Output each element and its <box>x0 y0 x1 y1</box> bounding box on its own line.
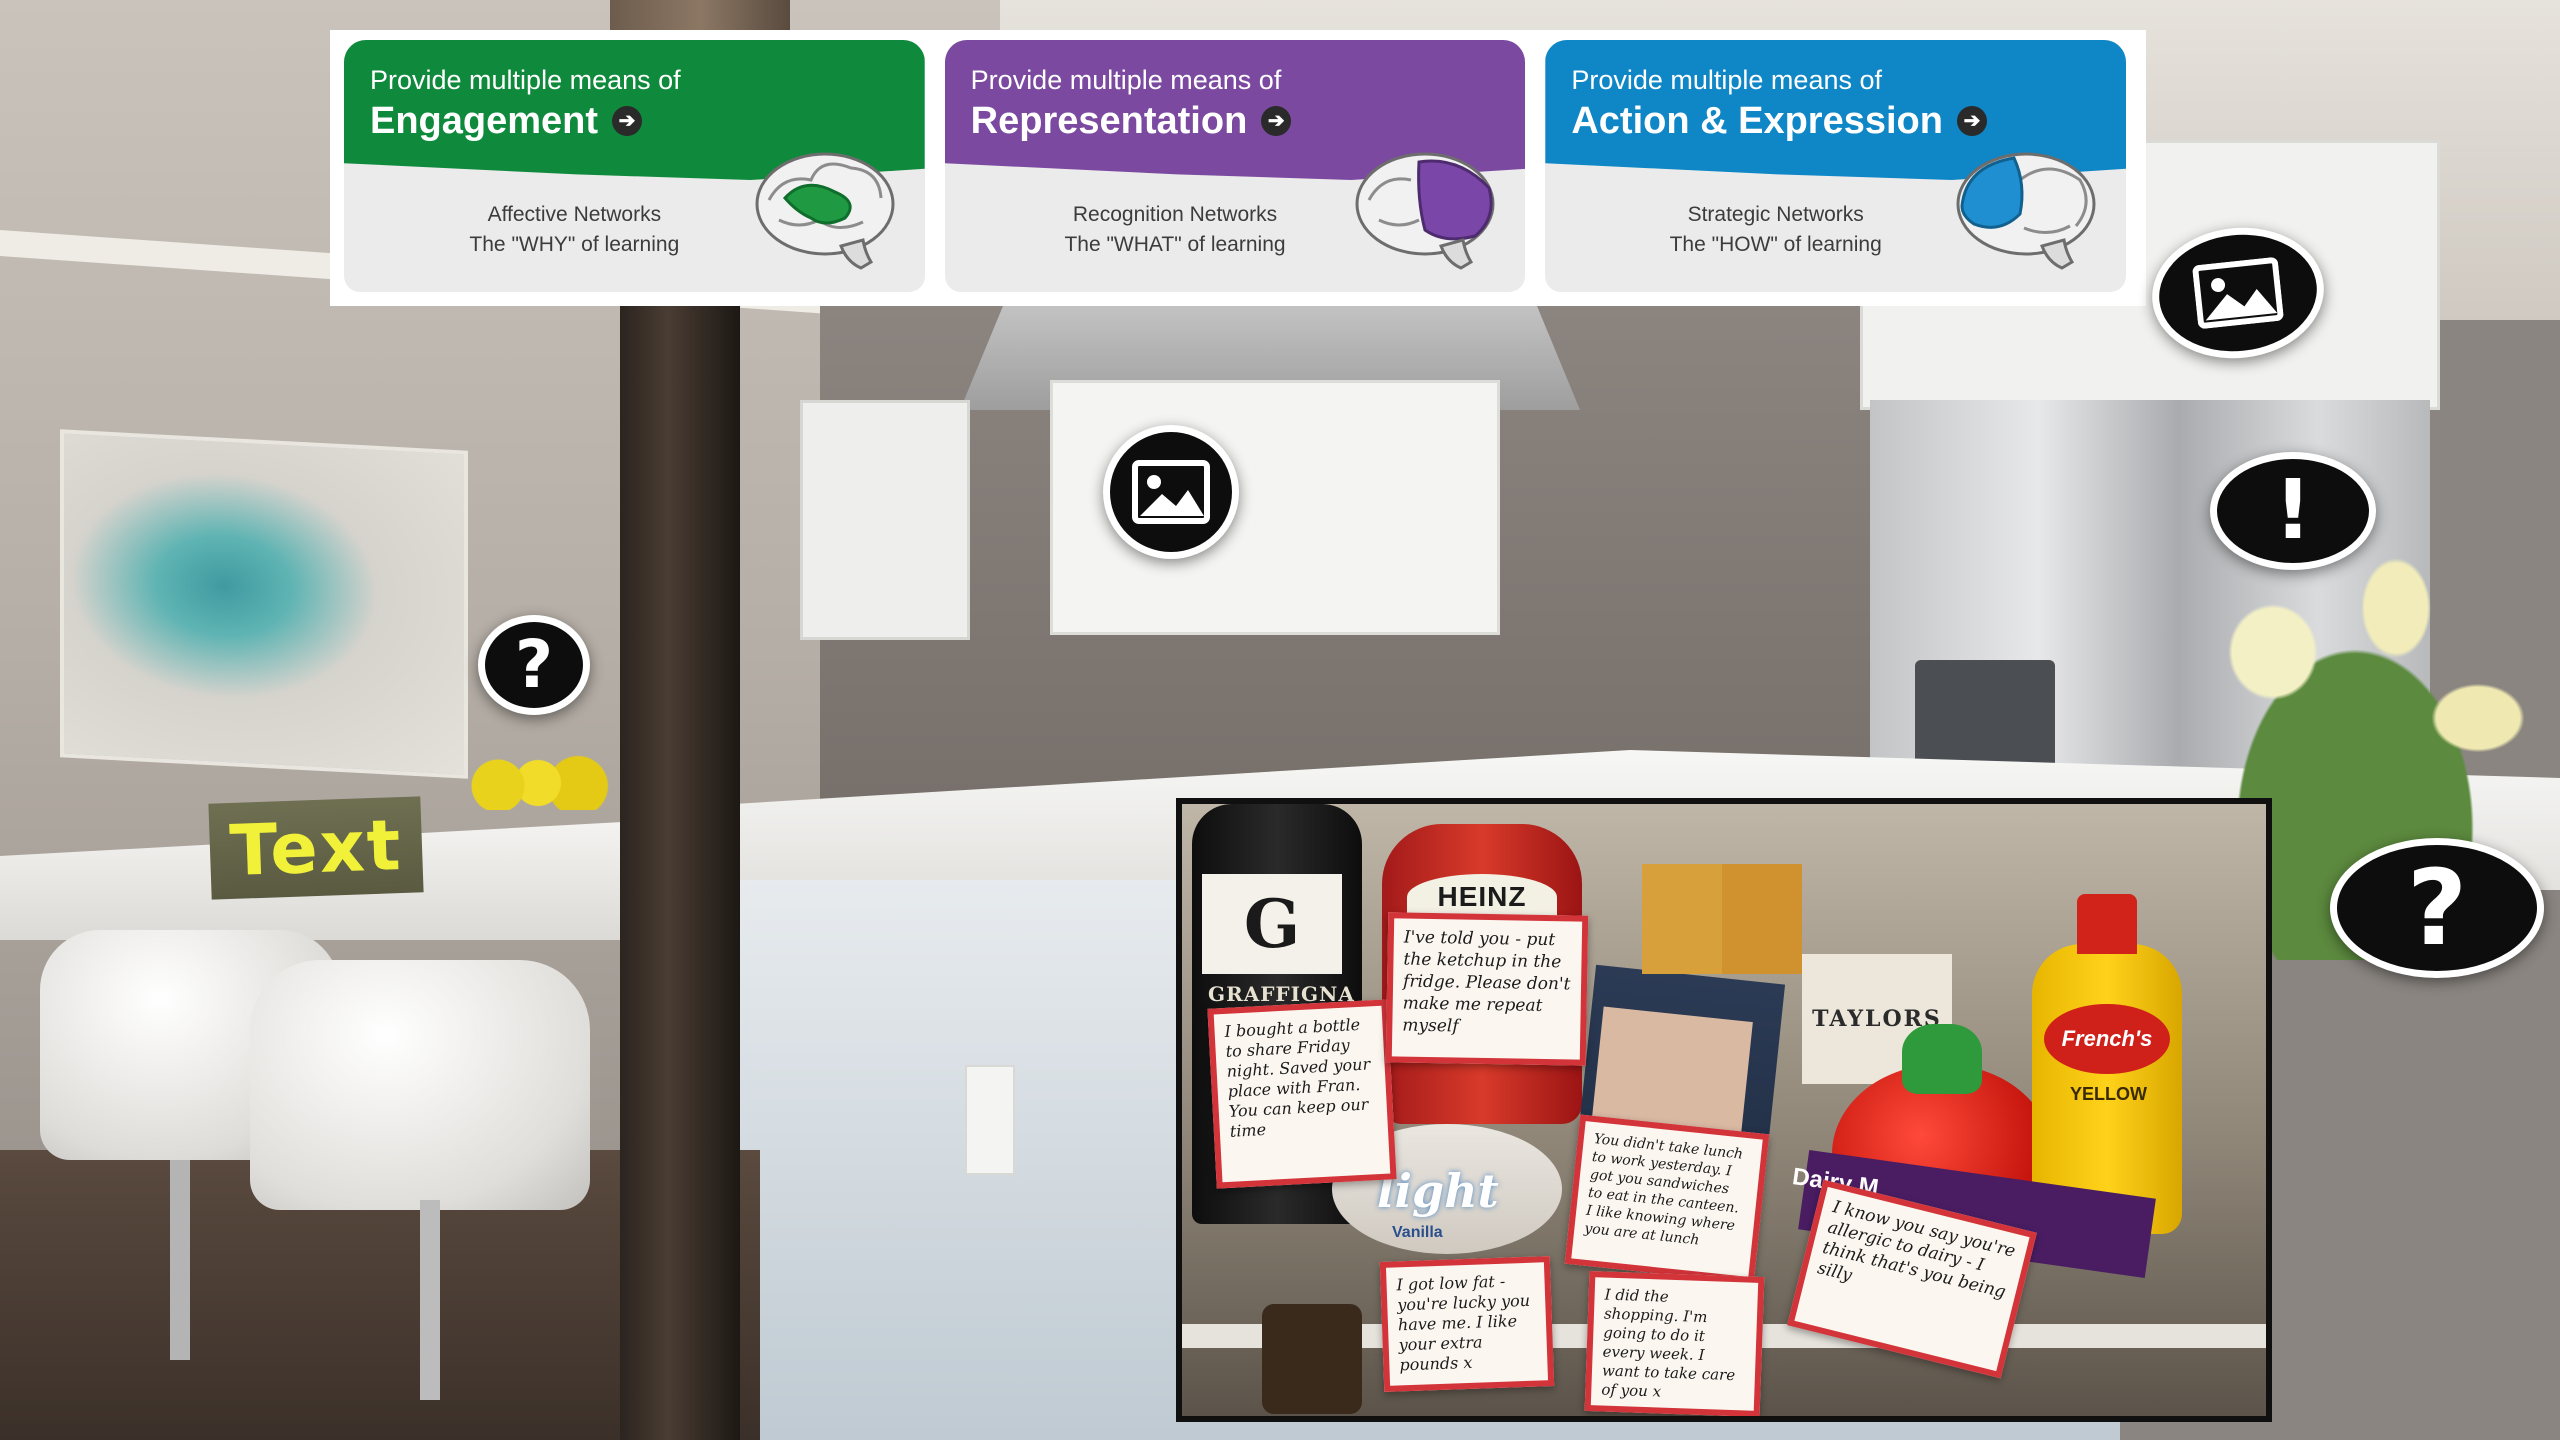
glass-cabinet <box>800 400 970 640</box>
note-yogurt: I got low fat - you're lucky you have me… <box>1379 1256 1555 1392</box>
udl-card-intro: Provide multiple means of <box>970 65 1282 95</box>
jar <box>1262 1304 1362 1414</box>
udl-network-label: Affective Networks <box>487 203 662 226</box>
cracker-box <box>1722 864 1802 974</box>
question-icon: ? <box>514 626 554 703</box>
text-label-hotspot[interactable]: Text <box>208 796 424 900</box>
note-sandwich: You didn't take lunch to work yesterday.… <box>1564 1114 1770 1284</box>
arrow-right-icon[interactable]: ➔ <box>1261 106 1292 136</box>
udl-card-action-expression[interactable]: Provide multiple means of Action & Expre… <box>1545 40 2127 292</box>
udl-card-title: Action & Expression ➔ <box>1571 96 2126 146</box>
stool-pole <box>420 1200 440 1400</box>
image-hotspot-center[interactable] <box>1103 425 1239 559</box>
wood-beam <box>620 300 740 1440</box>
lemon-bowl <box>450 750 610 810</box>
mustard-subtitle: YELLOW <box>2070 1084 2147 1104</box>
arrow-right-icon[interactable]: ➔ <box>612 106 643 136</box>
udl-title-text: Action & Expression <box>1571 100 1943 142</box>
note-ketchup: I've told you - put the ketchup in the f… <box>1385 912 1589 1066</box>
udl-principles-banner: Provide multiple means of Engagement ➔ A… <box>330 30 2146 306</box>
udl-tagline: The "WHAT" of learning <box>1064 233 1286 256</box>
note-wine: I bought a bottle to share Friday night.… <box>1207 999 1397 1189</box>
image-icon <box>1132 460 1210 524</box>
udl-title-text: Representation <box>970 100 1248 142</box>
note-shopping: I did the shopping. I'm going to do it e… <box>1584 1270 1765 1416</box>
yogurt-flavor: Vanilla <box>1392 1224 1443 1241</box>
question-hotspot-right[interactable]: ? <box>2330 838 2544 978</box>
exclamation-hotspot[interactable]: ! <box>2210 452 2376 570</box>
udl-card-intro: Provide multiple means of <box>370 65 681 95</box>
udl-network-label: Strategic Networks <box>1687 203 1864 226</box>
udl-card-title: Engagement ➔ <box>370 96 925 146</box>
wall-outlet <box>965 1065 1015 1175</box>
fridge-photo-content: G GRAFFIGNA HEINZ TAYLORS French's YELLO… <box>1182 804 2266 1416</box>
ketchup-brand: HEINZ <box>1437 881 1527 912</box>
cracker-box <box>1642 864 1722 974</box>
fridge-notes-photo[interactable]: G GRAFFIGNA HEINZ TAYLORS French's YELLO… <box>1176 798 2272 1422</box>
question-hotspot-left[interactable]: ? <box>478 615 590 715</box>
wine-logo: G <box>1243 885 1301 963</box>
bar-stool <box>250 960 590 1210</box>
mustard-cap <box>2077 894 2137 954</box>
image-icon <box>2192 257 2284 329</box>
question-icon: ? <box>2406 847 2468 969</box>
brain-engagement-icon <box>755 152 895 270</box>
wine-label: G <box>1202 874 1342 974</box>
udl-tagline: The "WHY" of learning <box>469 233 680 256</box>
udl-card-title: Representation ➔ <box>971 96 1526 146</box>
vr-tour-stage: Provide multiple means of Engagement ➔ A… <box>0 0 2560 1440</box>
mustard-brand: French's <box>2061 1026 2153 1051</box>
udl-card-intro: Provide multiple means of <box>1571 65 1882 95</box>
udl-network-label: Recognition Networks <box>1072 203 1278 226</box>
tomato-top <box>1902 1024 1982 1094</box>
brain-representation-icon <box>1355 152 1495 270</box>
udl-tagline: The "HOW" of learning <box>1669 233 1882 256</box>
mustard-label: French's <box>2044 1004 2170 1074</box>
exclamation-icon: ! <box>2274 463 2312 558</box>
arrow-right-icon[interactable]: ➔ <box>1956 106 1987 136</box>
udl-card-engagement[interactable]: Provide multiple means of Engagement ➔ A… <box>344 40 925 292</box>
wall-artwork <box>60 429 468 779</box>
stool-pole <box>170 1160 190 1360</box>
text-label: Text <box>228 804 404 892</box>
udl-card-representation[interactable]: Provide multiple means of Representation… <box>944 40 1526 292</box>
brain-action-icon <box>1956 152 2096 270</box>
udl-title-text: Engagement <box>370 100 599 142</box>
